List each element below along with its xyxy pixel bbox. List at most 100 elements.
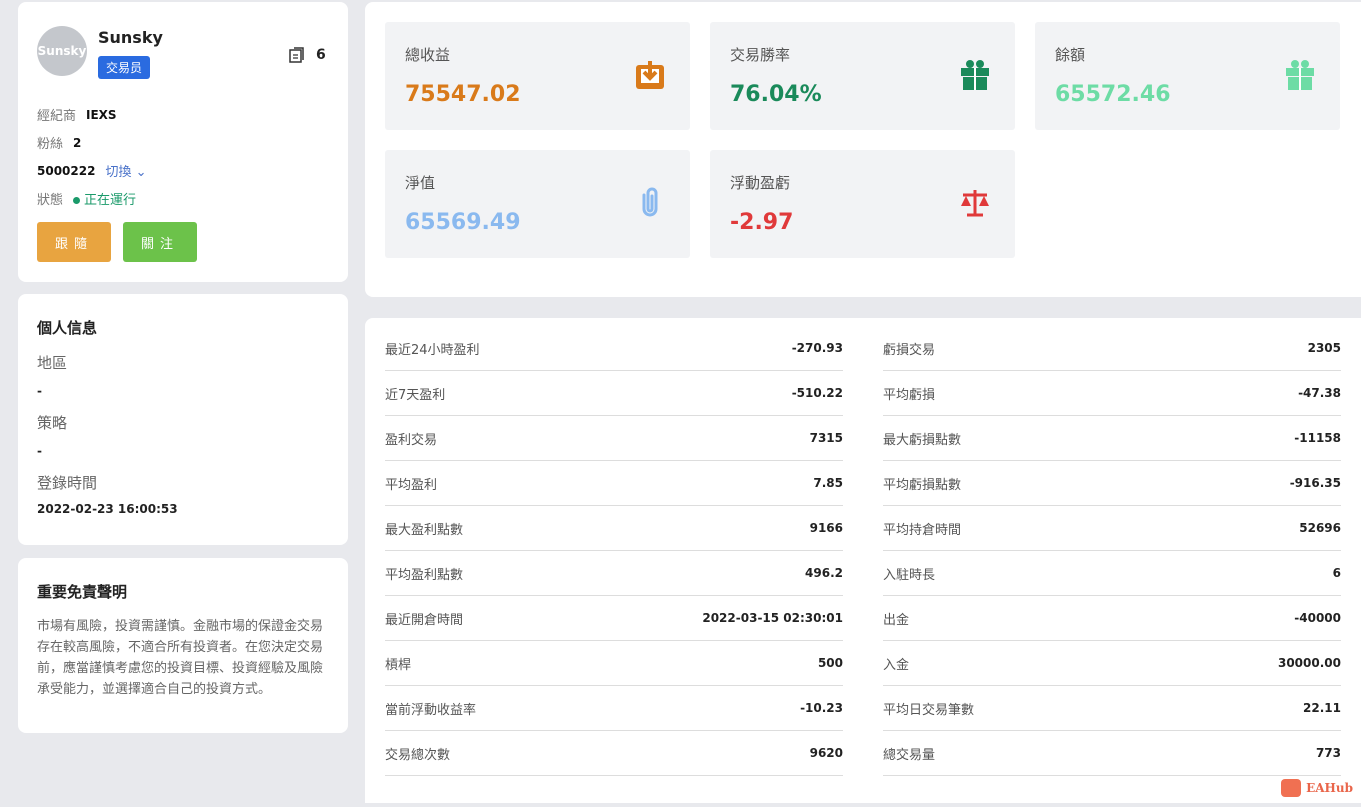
trader-profile-card: Sunsky Sunsky 交易员 6 經紀商 IEXS 粉絲 2 5000222 切… [18,2,348,282]
role-badge: 交易员 [98,56,151,79]
stat-label: 近7天盈利 [385,387,446,403]
stat-row: 平均持倉時間 52696 [883,506,1341,551]
fans-value: 2 [73,135,82,150]
section-title: 個人信息 [37,319,98,337]
personal-info-card: 個人信息 地區 - 策略 - 登錄時間 2022-02-23 16:00:53 [18,294,348,545]
stat-row: 盈利交易 7315 [385,416,843,461]
switch-account-dropdown[interactable]: 切換 ⌄ [105,161,146,180]
broker-label: 經紀商 [37,109,77,124]
stat-label: 總交易量 [883,747,936,763]
gift-icon [961,60,989,90]
tile-label: 浮動盈虧 [730,174,791,192]
tile-total-profit: 總收益 75547.02 [385,22,690,130]
tile-equity: 淨值 65569.49 [385,150,690,258]
status-dot-icon [73,197,81,204]
stat-row: 最大盈利點數 9166 [385,506,843,551]
stat-row: 入金 30000.00 [883,641,1341,686]
stat-label: 平均日交易筆數 [883,702,975,718]
stat-row: 近7天盈利 -510.22 [385,371,843,416]
stat-value: 30000.00 [1277,656,1341,670]
stat-label: 盈利交易 [385,432,438,448]
trader-name: Sunsky [98,28,163,47]
stat-row: 平均盈利點數 496.2 [385,551,843,596]
stat-label: 平均虧損 [883,387,936,403]
disclaimer-card: 重要免責聲明 市場有風險，投資需謹慎。金融市場的保證金交易存在較高風險，不適合所… [18,558,348,733]
stat-value: -10.23 [800,701,843,715]
strategy-label: 策略 [37,414,68,432]
stat-label: 最近24小時盈利 [385,342,480,358]
tile-label: 總收益 [405,46,451,64]
stat-value: 500 [817,656,843,670]
avatar: Sunsky [37,26,87,76]
stat-row: 交易總次數 9620 [385,731,843,776]
stat-label: 當前浮動收益率 [385,702,477,718]
stat-label: 虧損交易 [883,342,936,358]
stat-row: 入駐時長 6 [883,551,1341,596]
stat-label: 槓桿 [385,657,412,673]
copy-count[interactable]: 6 [288,46,326,64]
pig-logo-icon [1281,779,1302,797]
stat-value: 773 [1315,746,1341,760]
stat-row: 平均日交易筆數 22.11 [883,686,1341,731]
stat-value: -270.93 [791,341,843,355]
tile-label: 交易勝率 [730,46,791,64]
login-label: 登錄時間 [37,474,98,492]
login-value: 2022-02-23 16:00:53 [37,502,178,516]
stat-value: -40000 [1294,611,1341,625]
stat-label: 入金 [883,657,910,673]
stat-value: -916.35 [1289,476,1341,490]
stat-label: 交易總次數 [385,747,451,763]
stat-value: 496.2 [805,566,843,580]
stat-label: 最大虧損點數 [883,432,962,448]
stat-label: 入駐時長 [883,567,936,583]
stat-label: 平均盈利點數 [385,567,464,583]
stat-label: 平均持倉時間 [883,522,962,538]
disclaimer-text: 市場有風險，投資需謹慎。金融市場的保證金交易存在較高風險，不適合所有投資者。在您… [37,619,324,697]
stat-value: 6 [1332,566,1341,580]
stat-label: 平均盈利 [385,477,438,493]
stat-value: 7315 [809,431,843,445]
stat-value: 2305 [1307,341,1341,355]
tile-win-rate: 交易勝率 76.04% [710,22,1015,130]
gift-icon [1286,60,1314,90]
watch-button[interactable]: 關注 [123,222,197,262]
summary-card: 總收益 75547.02 交易勝率 76.04% 餘額 65572.46 淨值 … [365,2,1361,297]
stat-value: 52696 [1299,521,1341,535]
tile-balance: 餘額 65572.46 [1035,22,1340,130]
stat-value: -11158 [1294,431,1341,445]
download-box-icon [636,61,664,89]
stat-value: -510.22 [791,386,843,400]
stat-row: 平均虧損 -47.38 [883,371,1341,416]
follow-button[interactable]: 跟隨 [37,222,111,262]
stat-value: 9166 [809,521,843,535]
stat-label: 最近開倉時間 [385,612,464,628]
scale-icon [961,190,989,217]
eahub-logo: EAHub [1281,779,1353,797]
tile-label: 餘額 [1055,46,1086,64]
stat-value: 9620 [809,746,843,760]
stat-label: 平均虧損點數 [883,477,962,493]
stat-row: 當前浮動收益率 -10.23 [385,686,843,731]
stat-value: 7.85 [813,476,843,490]
tile-value: 65572.46 [1055,82,1171,107]
stat-row: 虧損交易 2305 [883,326,1341,371]
tile-floating-pnl: 浮動盈虧 -2.97 [710,150,1015,258]
stat-value: 22.11 [1303,701,1341,715]
region-label: 地區 [37,354,68,372]
stat-value: -47.38 [1298,386,1341,400]
tile-value: -2.97 [730,210,794,235]
stat-row: 出金 -40000 [883,596,1341,641]
status-label: 狀態 [37,193,64,208]
copy-count-value: 6 [316,47,326,63]
stat-row: 最近開倉時間 2022-03-15 02:30:01 [385,596,843,641]
statistics-card: 最近24小時盈利 -270.93 近7天盈利 -510.22 盈利交易 7315 平均盈利 7… [365,318,1361,803]
fans-label: 粉絲 [37,137,64,152]
stat-label: 出金 [883,612,910,628]
account-number: 5000222 [37,163,96,178]
tile-value: 76.04% [730,82,822,107]
broker-value: IEXS [86,107,117,122]
tile-value: 65569.49 [405,210,521,235]
stat-row: 平均盈利 7.85 [385,461,843,506]
stat-value: 2022-03-15 02:30:01 [702,611,843,625]
tile-label: 淨值 [405,174,436,192]
